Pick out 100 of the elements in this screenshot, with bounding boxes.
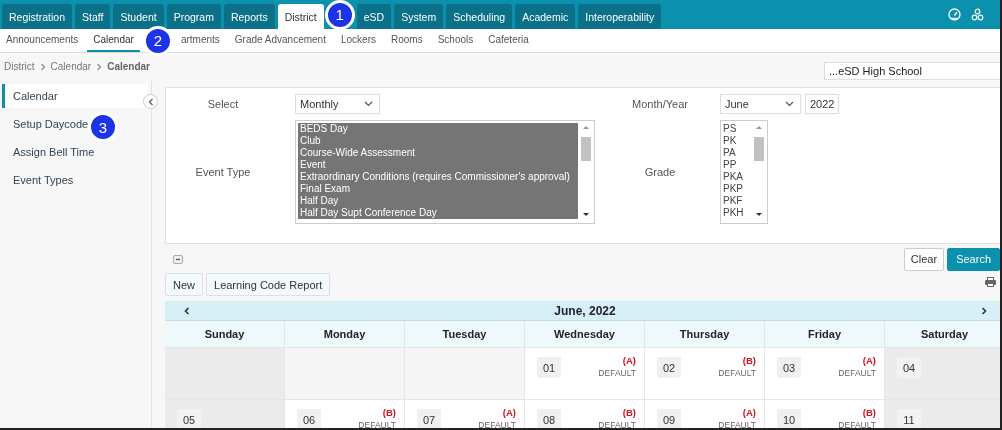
day-cell[interactable] xyxy=(165,348,285,400)
day-cell[interactable]: 05 xyxy=(165,400,285,428)
date-number: 04 xyxy=(897,357,921,378)
list-option[interactable]: PP xyxy=(723,159,751,171)
nav-tab[interactable]: Student xyxy=(113,4,164,29)
daycode-label: DEFAULT xyxy=(718,368,756,378)
day-cell[interactable]: 02 (B) DEFAULT xyxy=(645,348,765,400)
day-cell[interactable]: 10 (B) DEFAULT xyxy=(765,400,885,428)
nav-tab[interactable]: Interoperability xyxy=(578,4,662,29)
breadcrumb-link[interactable]: Calendar xyxy=(50,61,92,72)
list-option[interactable]: Extraordinary Conditions (requires Commissioner's approval) xyxy=(298,171,578,183)
date-number: 05 xyxy=(177,409,201,428)
toolbar-button[interactable]: Learning Code Report xyxy=(206,273,331,296)
nav-tab[interactable]: eSD xyxy=(356,4,392,29)
day-cell[interactable]: 08 (B) DEFAULT xyxy=(525,400,645,428)
weekday-header: Thursday xyxy=(645,321,765,348)
daycode-label: DEFAULT xyxy=(838,420,876,428)
list-option[interactable]: PS xyxy=(723,123,751,135)
list-option[interactable]: Half Day Supt Conference Day xyxy=(298,207,578,219)
day-cell[interactable]: 11 xyxy=(885,400,1000,428)
clear-button[interactable]: Clear xyxy=(903,247,945,271)
list-option[interactable]: PKF xyxy=(723,195,751,207)
sidebar-item[interactable]: Event Types xyxy=(2,168,78,192)
nav-tab[interactable]: District xyxy=(277,4,324,29)
sidebar-item[interactable]: Assign Bell Time xyxy=(2,140,99,164)
date-number: 09 xyxy=(657,409,681,428)
day-cell[interactable]: 07 (A) DEFAULT xyxy=(405,400,525,428)
calendar-title: June, 2022 xyxy=(554,303,616,318)
year-field[interactable]: 2022 xyxy=(805,94,840,114)
nav-tab[interactable]: Reports xyxy=(223,4,275,29)
month-select[interactable]: June xyxy=(720,94,801,114)
list-option[interactable]: Half Day xyxy=(298,195,578,207)
list-option[interactable]: Course-Wide Assessment xyxy=(298,147,578,159)
nav-tab[interactable]: Academic xyxy=(515,4,576,29)
weekday-header: Friday xyxy=(765,321,885,348)
chevron-icon xyxy=(95,62,104,71)
daycode-label: DEFAULT xyxy=(478,420,516,428)
sub-nav-tab[interactable]: Announcements xyxy=(0,29,85,52)
list-option[interactable]: PKP xyxy=(723,183,751,195)
weekday-header: Wednesday xyxy=(525,321,645,348)
daycode-label: DEFAULT xyxy=(358,420,396,428)
list-option[interactable]: PK xyxy=(723,135,751,147)
weekday-header: Tuesday xyxy=(405,321,525,348)
collapse-icon[interactable] xyxy=(173,254,183,264)
nav-tab[interactable]: Staff xyxy=(75,4,111,29)
sub-nav-tab[interactable]: Schools xyxy=(431,29,480,52)
field-label: Select xyxy=(206,98,240,110)
rotation-label: (B) xyxy=(382,407,396,418)
step-badge: 1 xyxy=(324,0,355,30)
nav-tab[interactable]: Scheduling xyxy=(446,4,513,29)
date-number: 07 xyxy=(417,409,441,428)
date-number: 11 xyxy=(897,409,921,428)
chevron-down-icon xyxy=(364,101,373,107)
sub-nav-tab[interactable]: artments xyxy=(174,29,226,52)
chevron-down-icon xyxy=(785,101,794,107)
day-cell[interactable]: 03 (A) DEFAULT xyxy=(765,348,885,400)
list-option[interactable]: Final Exam xyxy=(298,183,578,195)
collapse-button[interactable] xyxy=(143,94,158,109)
day-cell[interactable]: 06 (B) DEFAULT xyxy=(285,400,405,428)
field-label: Month/Year xyxy=(631,98,689,110)
day-cell[interactable]: 09 (A) DEFAULT xyxy=(645,400,765,428)
gauge-icon[interactable] xyxy=(948,8,961,21)
sub-nav-tab[interactable]: Lockers xyxy=(334,29,382,52)
day-cell[interactable]: 01 (A) DEFAULT xyxy=(525,348,645,400)
users-icon[interactable] xyxy=(971,8,984,21)
printer-icon[interactable] xyxy=(985,276,996,287)
breadcrumb-link[interactable]: District xyxy=(4,61,35,72)
day-cell[interactable]: 04 xyxy=(885,348,1000,400)
rotation-label: (A) xyxy=(862,355,876,366)
list-option[interactable]: PKH xyxy=(723,207,751,219)
date-number: 01 xyxy=(537,357,561,378)
school-select[interactable]: ...eSD High School xyxy=(824,61,1000,80)
date-number: 02 xyxy=(657,357,681,378)
list-option[interactable]: BEDS Day xyxy=(298,123,578,135)
view-select[interactable]: Monthly xyxy=(295,94,380,114)
list-box[interactable]: BEDS Day Club Course-Wide Assessment Event Extraordinary Conditions (requires Commissioner's approval) Final Exam Half Day Half Day Supt Conference Day xyxy=(295,120,595,224)
next-month-icon[interactable] xyxy=(981,306,987,315)
sub-nav-tab[interactable]: Rooms xyxy=(384,29,429,52)
toolbar-button[interactable]: New xyxy=(165,273,203,296)
list-option[interactable]: PKA xyxy=(723,171,751,183)
scroll-bar[interactable] xyxy=(753,123,765,219)
nav-tab[interactable]: Program xyxy=(166,4,221,29)
weekday-header: Saturday xyxy=(885,321,1000,348)
weekday-header: Sunday xyxy=(165,321,285,348)
list-option[interactable]: PA xyxy=(723,147,751,159)
sub-nav-tab[interactable]: Grade Advancement xyxy=(228,29,332,52)
list-option[interactable]: Event xyxy=(298,159,578,171)
previous-month-icon[interactable] xyxy=(184,306,190,315)
search-button[interactable]: Search xyxy=(947,247,1000,271)
date-number: 10 xyxy=(777,409,801,428)
nav-tab[interactable]: Registration xyxy=(2,4,73,29)
chevron-left-icon xyxy=(147,97,154,106)
list-option[interactable]: Club xyxy=(298,135,578,147)
field-label: Event Type xyxy=(194,166,252,178)
scroll-bar[interactable] xyxy=(580,123,592,219)
list-box[interactable]: PS PK PA PP PKA PKP PKF PKH xyxy=(720,120,768,224)
rotation-label: (A) xyxy=(742,407,756,418)
sidebar-item[interactable]: Calendar xyxy=(2,84,148,108)
sub-nav-tab[interactable]: Cafeteria xyxy=(482,29,535,52)
nav-tab[interactable]: System xyxy=(394,4,444,29)
